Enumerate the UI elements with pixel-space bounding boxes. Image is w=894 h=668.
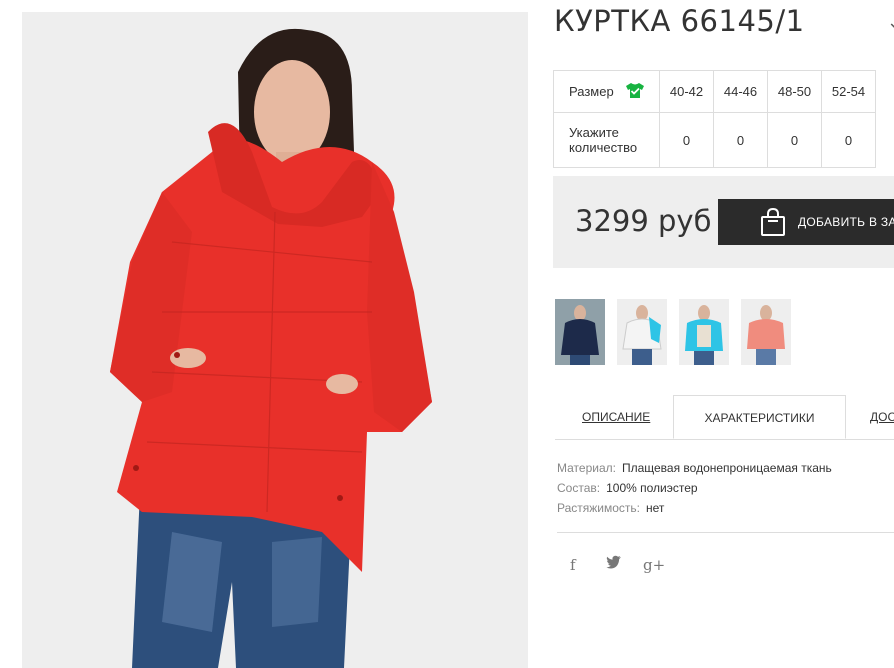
quantity-input[interactable]: 0 (767, 112, 822, 168)
add-to-cart-label: ДОБАВИТЬ В ЗА (798, 215, 894, 229)
price-cart-bar: 3299 руб ДОБАВИТЬ В ЗА (553, 176, 894, 268)
tab-description[interactable]: ОПИСАНИЕ (582, 395, 650, 439)
size-label: Размер (569, 83, 614, 99)
facebook-icon[interactable]: f (570, 556, 576, 574)
tab-delivery[interactable]: ДОС (870, 395, 894, 439)
size-option[interactable]: 44-46 (713, 70, 768, 113)
quantity-input[interactable]: 0 (713, 112, 768, 168)
add-to-cart-button[interactable]: ДОБАВИТЬ В ЗА (718, 199, 894, 245)
thumbnail-coral[interactable] (741, 299, 791, 365)
size-option[interactable]: 52-54 (821, 70, 876, 113)
tab-characteristics[interactable]: ХАРАКТЕРИСТИКИ (673, 395, 846, 439)
quantity-input[interactable]: 0 (659, 112, 714, 168)
size-table: Размер 40-42 44-46 48-50 52-54 Укажите к… (553, 70, 876, 168)
quantity-input[interactable]: 0 (821, 112, 876, 168)
shopping-bag-icon (760, 207, 786, 242)
size-option[interactable]: 40-42 (659, 70, 714, 113)
thumbnail-navy[interactable] (555, 299, 605, 365)
size-option[interactable]: 48-50 (767, 70, 822, 113)
google-plus-icon[interactable]: g+ (643, 556, 665, 574)
main-product-image[interactable] (22, 12, 528, 668)
spec-stretch: Растяжимость: нет (557, 501, 665, 515)
thumbnail-cyan-print[interactable] (679, 299, 729, 365)
size-label-cell: Размер (553, 70, 660, 113)
spec-material: Материал: Плащевая водонепроницаемая ткан… (557, 461, 832, 475)
price: 3299 руб (575, 204, 712, 238)
specs-list: Материал: Плащевая водонепроницаемая ткан… (557, 458, 832, 518)
twitter-icon[interactable] (606, 555, 622, 573)
thumbnail-white-cyan[interactable] (617, 299, 667, 365)
quantity-label: Укажите количество (553, 112, 660, 168)
chevron-down-icon[interactable]: ⌄ (887, 12, 894, 33)
product-title: КУРТКА 66145/1 (554, 4, 805, 38)
product-tabs: ОПИСАНИЕ ХАРАКТЕРИСТИКИ ДОС (555, 395, 894, 440)
spec-composition: Состав: 100% полиэстер (557, 481, 698, 495)
divider (557, 532, 894, 533)
shirt-check-icon[interactable] (625, 82, 645, 102)
